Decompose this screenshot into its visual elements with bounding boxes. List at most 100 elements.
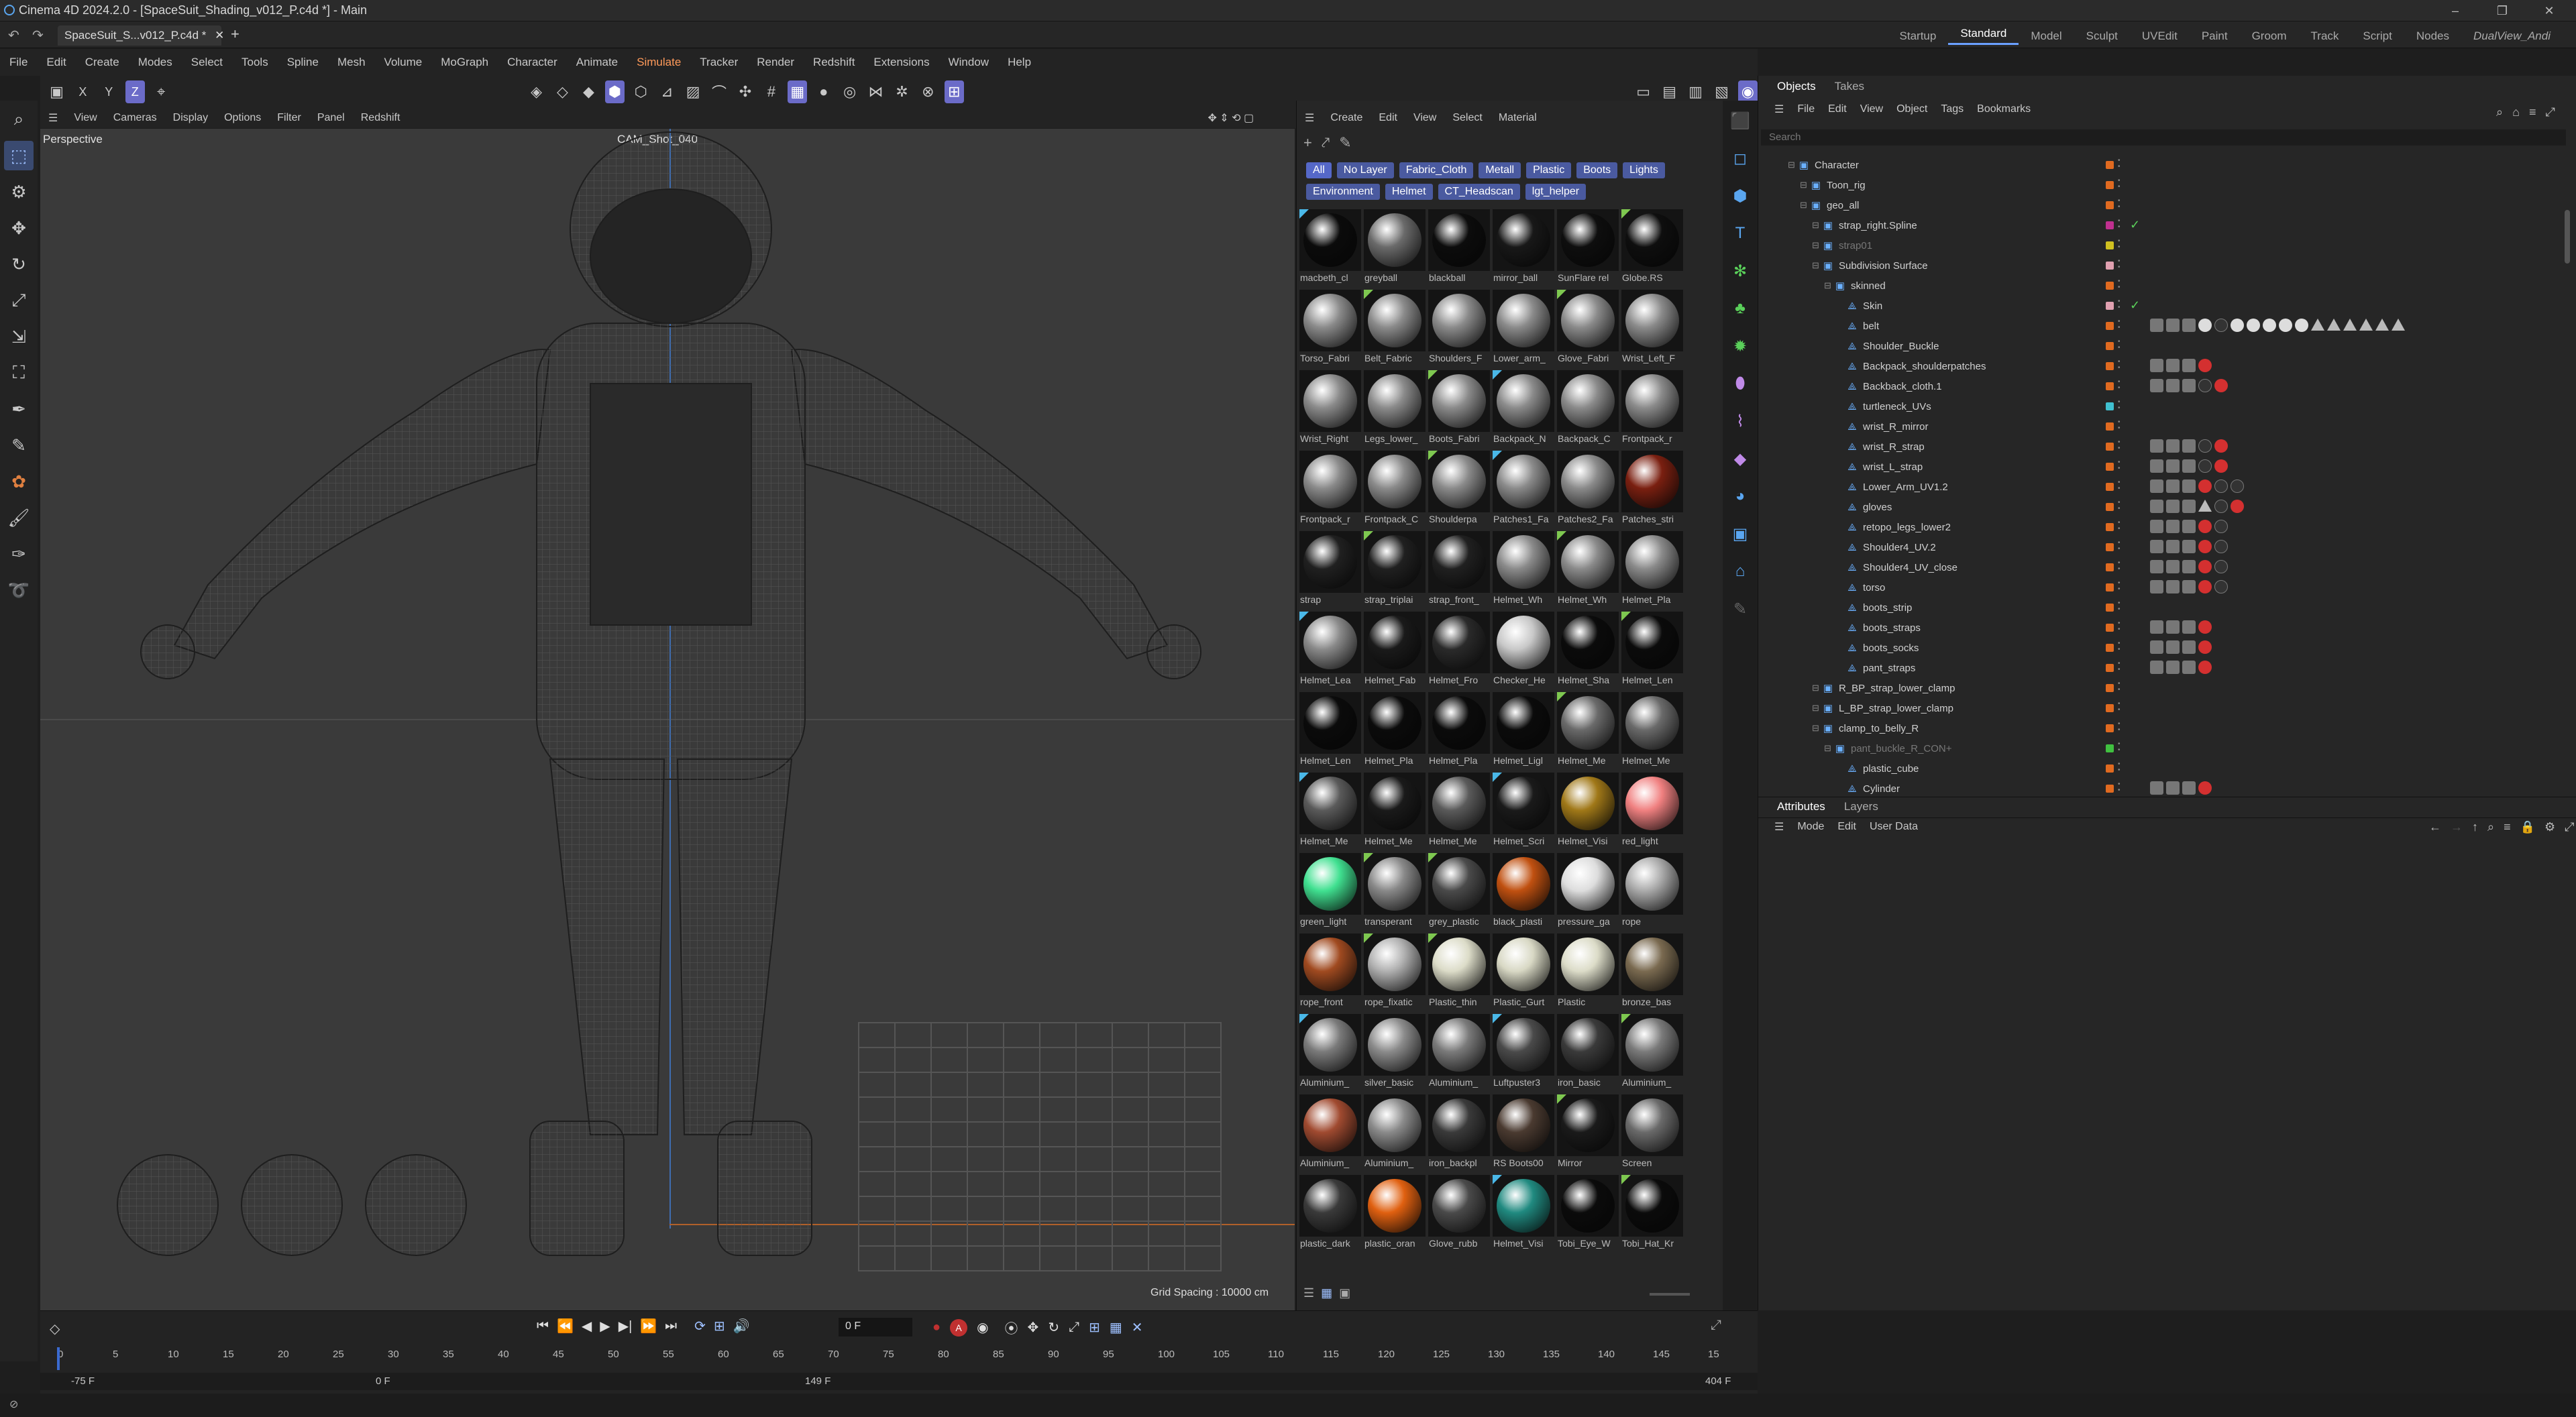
object-row[interactable]: ⊟ ▣ clamp_to_belly_R • •	[1758, 718, 2570, 738]
attr-search-icon[interactable]: ⌕	[2487, 820, 2494, 834]
lock-tag-icon[interactable]	[2150, 459, 2163, 473]
layer-color-swatch[interactable]	[2106, 302, 2114, 310]
material-swatch[interactable]: strap_triplai	[1362, 530, 1427, 610]
material-swatch[interactable]: plastic_oran	[1362, 1174, 1427, 1254]
layer-color-swatch[interactable]	[2106, 583, 2114, 591]
menu-extensions[interactable]: Extensions	[864, 56, 938, 69]
material-swatch[interactable]: Frontpack_r	[1298, 449, 1362, 530]
layout-model[interactable]: Model	[2019, 30, 2074, 43]
layer-color-swatch[interactable]	[2106, 483, 2114, 491]
material-tag-icon[interactable]	[2198, 661, 2212, 674]
lock-tag-icon[interactable]	[2150, 520, 2163, 533]
vp-menu-panel[interactable]: Panel	[309, 112, 353, 124]
phong-tag-icon[interactable]	[2166, 781, 2180, 795]
uv-tag-icon[interactable]	[2182, 781, 2196, 795]
object-mode-icon[interactable]: ⬢	[604, 80, 625, 103]
menu-tools[interactable]: Tools	[232, 56, 278, 69]
material-tag-icon[interactable]	[2263, 319, 2276, 332]
material-swatch[interactable]: Helmet_Sha	[1556, 610, 1620, 691]
object-name[interactable]: Lower_Arm_UV1.2	[1863, 481, 1948, 493]
material-swatch[interactable]: Wrist_Left_F	[1620, 288, 1684, 369]
material-tag-icon[interactable]	[2247, 319, 2260, 332]
expand-toggle-icon[interactable]: ⊟	[1800, 200, 1811, 211]
layer-color-swatch[interactable]	[2106, 402, 2114, 410]
object-name[interactable]: Shoulder4_UV_close	[1863, 562, 1957, 573]
object-row[interactable]: ⟁ retopo_legs_lower2 • •	[1758, 517, 2570, 537]
layer-color-swatch[interactable]	[2106, 342, 2114, 350]
visibility-dots[interactable]: • •	[2118, 319, 2121, 331]
layer-color-swatch[interactable]	[2106, 382, 2114, 390]
object-name[interactable]: Character	[1815, 160, 1859, 171]
expand-toggle-icon[interactable]: ⊟	[1812, 703, 1823, 714]
filter-lgt-helper[interactable]: lgt_helper	[1525, 184, 1587, 200]
filter-plastic[interactable]: Plastic	[1526, 162, 1572, 178]
material-swatch[interactable]: Aluminium_	[1427, 1013, 1491, 1093]
expand-toggle-icon[interactable]: ⊟	[1800, 180, 1811, 190]
lock-tag-icon[interactable]	[2150, 620, 2163, 634]
layer-color-swatch[interactable]	[2106, 543, 2114, 551]
layer-color-swatch[interactable]	[2106, 785, 2114, 793]
mograph-cloner-icon[interactable]: ♣	[1727, 295, 1754, 322]
mat-menu-edit[interactable]: Edit	[1371, 112, 1405, 124]
keyframe-selection-icon[interactable]: ◉	[977, 1319, 988, 1336]
vp-navigate-icon[interactable]: ✥ ⇕ ⟲ ▢	[1199, 111, 1262, 125]
material-swatch[interactable]: pressure_ga	[1556, 852, 1620, 932]
select-tool-icon[interactable]: ⬚	[4, 141, 34, 170]
deformer-icon[interactable]: ✹	[1727, 333, 1754, 359]
material-swatch[interactable]: Plastic_Gurt	[1491, 932, 1556, 1013]
lock-tag-icon[interactable]	[2150, 359, 2163, 372]
menu-character[interactable]: Character	[498, 56, 567, 69]
layer-color-swatch[interactable]	[2106, 362, 2114, 370]
motion-record-icon[interactable]: ⦿	[1005, 1318, 1018, 1337]
render-picture-viewer-icon[interactable]: ▥	[1686, 80, 1705, 103]
material-swatch[interactable]: Lower_arm_	[1491, 288, 1556, 369]
expand-icon[interactable]: ⤢	[2545, 105, 2555, 119]
material-tag-icon[interactable]	[2214, 520, 2228, 533]
material-swatch[interactable]: red_light	[1620, 771, 1684, 852]
phong-tag-icon[interactable]	[2166, 620, 2180, 634]
object-row[interactable]: ⊟ ▣ Character • •	[1758, 155, 2570, 175]
spline-pen-icon[interactable]: ✒	[4, 394, 34, 424]
mat-menu-select[interactable]: Select	[1444, 112, 1490, 124]
material-tag-icon[interactable]	[2214, 439, 2228, 453]
visibility-dots[interactable]: • •	[2118, 479, 2121, 492]
object-row[interactable]: ⟁ wrist_L_strap • •	[1758, 457, 2570, 477]
material-swatch[interactable]: Helmet_Me	[1620, 691, 1684, 771]
loop-icon[interactable]: ⟳	[694, 1318, 706, 1335]
material-swatch[interactable]: Helmet_Visi	[1556, 771, 1620, 852]
material-tag-icon[interactable]	[2231, 479, 2244, 493]
object-row[interactable]: ⊟ ▣ Toon_rig • •	[1758, 175, 2570, 195]
3d-viewport[interactable]: Perspective CAM_Shot_040	[40, 129, 1295, 1310]
document-tab[interactable]: SpaceSuit_S...v012_P.c4d * ✕	[58, 25, 224, 46]
lock-tag-icon[interactable]	[2150, 580, 2163, 593]
material-swatch[interactable]: Helmet_Visi	[1491, 1174, 1556, 1254]
material-tag-icon[interactable]	[2198, 379, 2212, 392]
visibility-dots[interactable]: • •	[2118, 278, 2121, 291]
object-name[interactable]: plastic_cube	[1863, 763, 1919, 775]
material-swatch[interactable]: Aluminium_	[1298, 1093, 1362, 1174]
visibility-dots[interactable]: • •	[2118, 681, 2121, 693]
mat-menu-view[interactable]: View	[1405, 112, 1444, 124]
visibility-dots[interactable]: • •	[2118, 661, 2121, 673]
grid-snap-icon[interactable]: ▦	[788, 80, 808, 103]
material-swatch[interactable]: Helmet_Me	[1556, 691, 1620, 771]
playback-rate-icon[interactable]: ⊞	[714, 1318, 725, 1335]
vp-menu-options[interactable]: Options	[216, 112, 269, 124]
material-tag-icon[interactable]	[2198, 640, 2212, 654]
layer-color-swatch[interactable]	[2106, 422, 2114, 431]
object-row[interactable]: ⟁ wrist_R_mirror • •	[1758, 416, 2570, 437]
keyframe-icon[interactable]: ◇	[50, 1320, 60, 1337]
material-swatch[interactable]: Helmet_Len	[1298, 691, 1362, 771]
material-tag-icon[interactable]	[2198, 439, 2212, 453]
object-hamburger-icon[interactable]: ☰	[1768, 103, 1790, 116]
material-tag-icon[interactable]	[2214, 479, 2228, 493]
astronaut-wireframe[interactable]	[40, 129, 1295, 1310]
filter-all[interactable]: All	[1306, 162, 1332, 178]
object-name[interactable]: strap_right.Spline	[1839, 220, 1917, 231]
phong-tag-icon[interactable]	[2166, 459, 2180, 473]
material-swatch[interactable]: black_plasti	[1491, 852, 1556, 932]
object-scrollbar[interactable]	[2565, 210, 2570, 264]
material-swatch[interactable]: Helmet_Len	[1620, 610, 1684, 691]
material-swatch[interactable]: Patches2_Fa	[1556, 449, 1620, 530]
material-tag-icon[interactable]	[2198, 459, 2212, 473]
